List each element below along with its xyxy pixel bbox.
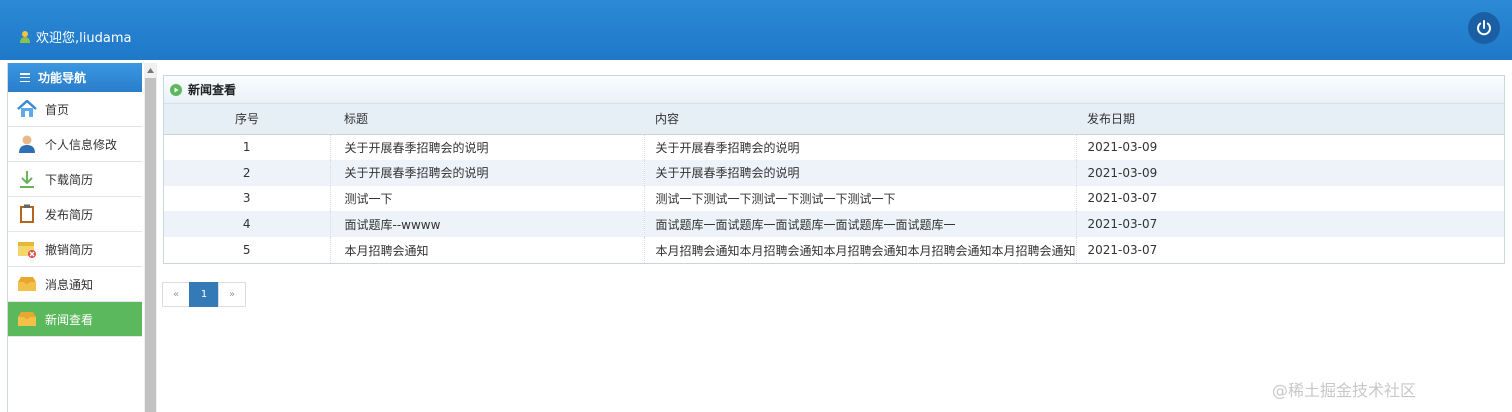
sidebar-item-revoke-resume[interactable]: 撤销简历 bbox=[8, 232, 142, 267]
cell-date: 2021-03-07 bbox=[1087, 243, 1158, 258]
news-panel: 新闻查看 序号 标题 内容 发布日期 1 关于开展春季招聘会的说明 关于开展春季… bbox=[163, 75, 1505, 264]
table-row[interactable]: 3 测试一下 测试一下测试一下测试一下测试一下测试一下 2021-03-07 bbox=[164, 185, 1504, 212]
sidebar-item-label: 首页 bbox=[45, 102, 70, 117]
cell-content: 测试一下测试一下测试一下测试一下测试一下 bbox=[644, 185, 1077, 212]
column-header-content: 内容 bbox=[644, 104, 1077, 135]
sidebar-item-download-resume[interactable]: 下载简历 bbox=[8, 162, 142, 197]
cell-index: 1 bbox=[164, 134, 331, 160]
cell-content: 面试题库一面试题库一面试题库一面试题库一面试题库一 bbox=[644, 211, 1077, 238]
home-icon bbox=[17, 99, 37, 119]
cell-title: 面试题库--wwww bbox=[330, 211, 645, 238]
welcome-area: 欢迎您,liudama bbox=[20, 27, 131, 46]
table-row[interactable]: 1 关于开展春季招聘会的说明 关于开展春季招聘会的说明 2021-03-09 bbox=[164, 134, 1504, 160]
logout-button[interactable] bbox=[1468, 12, 1500, 44]
sidebar-item-label: 下载简历 bbox=[45, 172, 94, 187]
pagination-page-button[interactable]: 1 bbox=[189, 282, 219, 307]
cell-title: 关于开展春季招聘会的说明 bbox=[330, 134, 645, 160]
cell-date: 2021-03-07 bbox=[1087, 191, 1158, 206]
table-row[interactable]: 2 关于开展春季招聘会的说明 关于开展春季招聘会的说明 2021-03-09 bbox=[164, 159, 1504, 186]
play-circle-icon bbox=[170, 83, 182, 96]
revoke-icon bbox=[17, 239, 37, 259]
pagination-prev-button[interactable]: « bbox=[162, 282, 190, 307]
table-row[interactable]: 5 本月招聘会通知 本月招聘会通知本月招聘会通知本月招聘会通知本月招聘会通知本月… bbox=[164, 237, 1504, 263]
cell-title: 关于开展春季招聘会的说明 bbox=[330, 159, 645, 186]
cell-content: 关于开展春季招聘会的说明 bbox=[644, 134, 1077, 160]
cell-content: 关于开展春季招聘会的说明 bbox=[644, 159, 1077, 186]
cell-title: 测试一下 bbox=[330, 185, 645, 212]
sidebar-header: 功能导航 bbox=[8, 63, 142, 92]
table-row[interactable]: 4 面试题库--wwww 面试题库一面试题库一面试题库一面试题库一面试题库一 2… bbox=[164, 211, 1504, 238]
clipboard-icon bbox=[17, 204, 37, 224]
top-header-bar: 欢迎您,liudama bbox=[0, 0, 1512, 60]
welcome-text: 欢迎您,liudama bbox=[36, 31, 132, 46]
sidebar-item-label: 新闻查看 bbox=[45, 312, 94, 327]
cell-index: 5 bbox=[164, 237, 331, 263]
sidebar-title: 功能导航 bbox=[38, 71, 87, 85]
sidebar-item-publish-resume[interactable]: 发布简历 bbox=[8, 197, 142, 232]
cell-title: 本月招聘会通知 bbox=[330, 237, 645, 263]
cell-index: 4 bbox=[164, 211, 331, 238]
column-header-index: 序号 bbox=[164, 104, 330, 135]
sidebar-item-profile[interactable]: 个人信息修改 bbox=[8, 127, 142, 162]
column-header-title: 标题 bbox=[330, 104, 644, 135]
sidebar-item-news[interactable]: 新闻查看 bbox=[8, 302, 142, 337]
cell-date: 2021-03-09 bbox=[1087, 140, 1158, 155]
sidebar-item-notifications[interactable]: 消息通知 bbox=[8, 267, 142, 302]
panel-title: 新闻查看 bbox=[188, 83, 237, 97]
cell-date: 2021-03-07 bbox=[1076, 211, 1504, 238]
download-icon bbox=[17, 169, 37, 189]
panel-header: 新闻查看 bbox=[164, 76, 1504, 104]
list-icon bbox=[20, 73, 30, 82]
sidebar-nav: 功能导航 首页 个人信息修改 下载简历 发布简历 撤销简历 消息通知 新闻查看 bbox=[7, 63, 142, 412]
column-header-date: 发布日期 bbox=[1076, 104, 1504, 135]
sidebar-item-home[interactable]: 首页 bbox=[8, 92, 142, 127]
sidebar-item-label: 个人信息修改 bbox=[45, 137, 118, 152]
inbox-icon bbox=[17, 274, 37, 294]
person-icon bbox=[17, 134, 37, 154]
cell-content: 本月招聘会通知本月招聘会通知本月招聘会通知本月招聘会通知本月招聘会通知 bbox=[644, 237, 1077, 263]
scroll-up-arrow-icon[interactable] bbox=[144, 65, 157, 75]
sidebar-item-label: 消息通知 bbox=[45, 277, 94, 292]
pagination: « 1 » bbox=[162, 282, 246, 307]
cell-index: 3 bbox=[164, 185, 331, 212]
watermark: @稀土掘金技术社区 bbox=[1272, 381, 1417, 400]
cell-date: 2021-03-09 bbox=[1076, 159, 1504, 186]
pagination-next-button[interactable]: » bbox=[218, 282, 246, 307]
table-header-row: 序号 标题 内容 发布日期 bbox=[164, 104, 1504, 135]
sidebar-scrollbar[interactable] bbox=[144, 63, 157, 412]
news-table: 序号 标题 内容 发布日期 1 关于开展春季招聘会的说明 关于开展春季招聘会的说… bbox=[164, 104, 1504, 263]
inbox-icon bbox=[17, 309, 37, 329]
power-icon bbox=[1477, 20, 1491, 36]
sidebar-item-label: 撤销简历 bbox=[45, 242, 94, 257]
user-icon bbox=[20, 30, 30, 43]
cell-index: 2 bbox=[164, 159, 331, 186]
scroll-thumb[interactable] bbox=[145, 78, 156, 412]
sidebar-item-label: 发布简历 bbox=[45, 207, 94, 222]
